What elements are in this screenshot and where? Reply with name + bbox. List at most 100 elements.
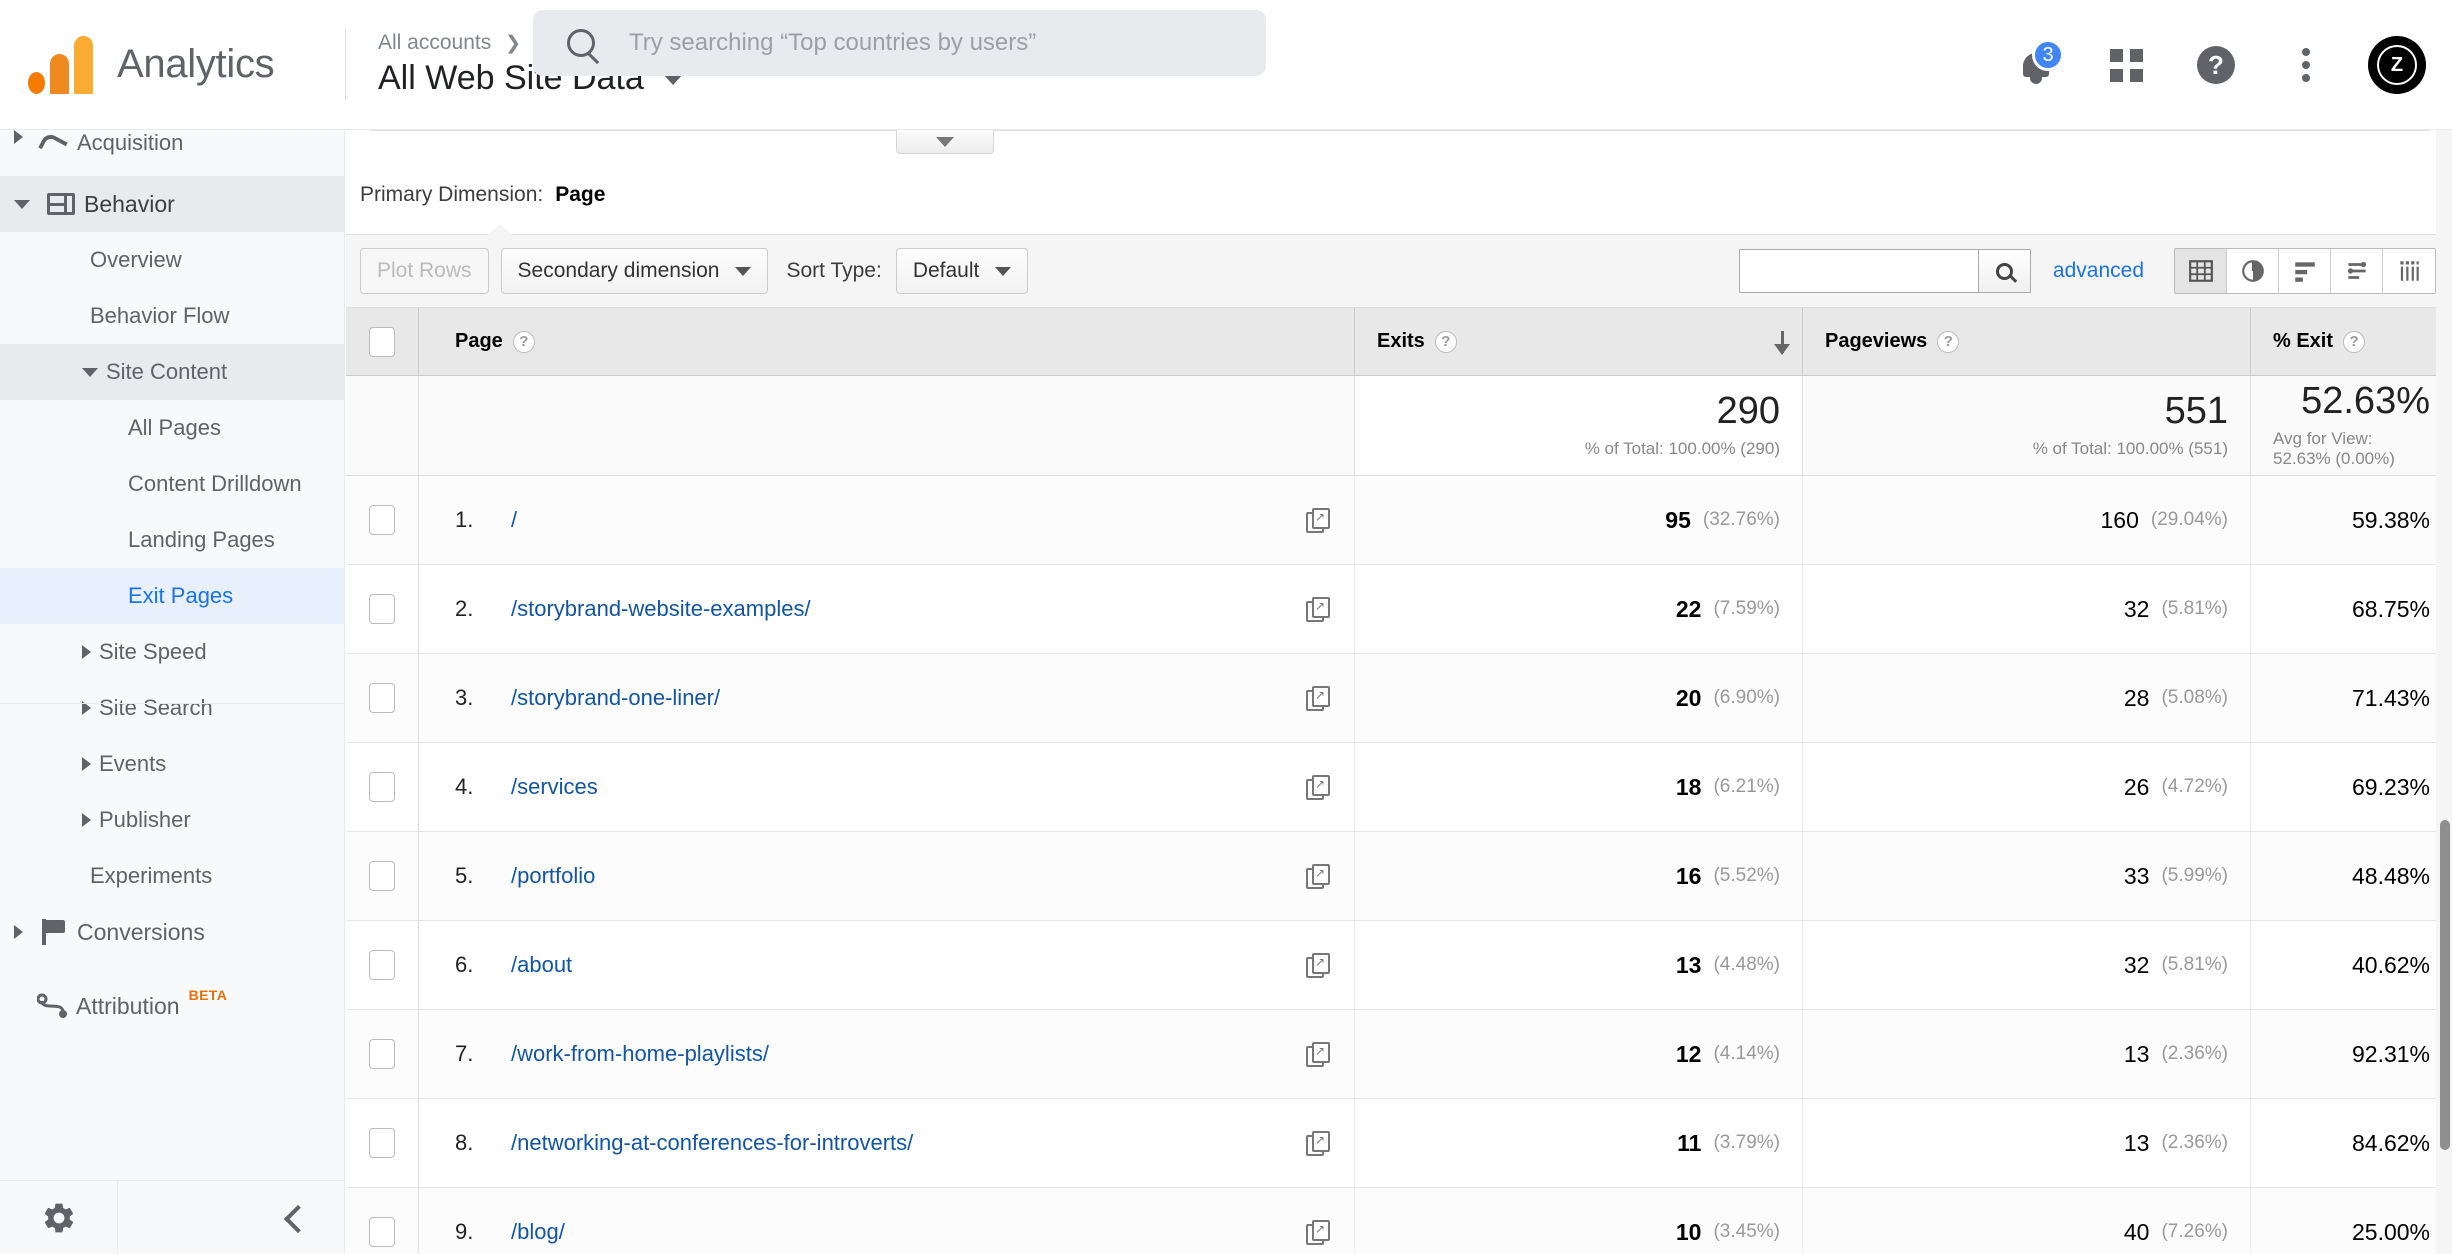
settings-button[interactable] (0, 1180, 118, 1254)
row-page-link[interactable]: /storybrand-website-examples/ (511, 596, 811, 622)
help-button[interactable]: ? (2188, 37, 2244, 93)
column-header-exit-percent[interactable]: % Exit ? (2250, 308, 2452, 375)
secondary-dimension-button[interactable]: Secondary dimension (500, 248, 769, 294)
row-checkbox[interactable] (369, 950, 395, 980)
help-icon[interactable]: ? (1937, 330, 1960, 353)
global-search[interactable] (533, 10, 1266, 76)
sidebar-item-experiments[interactable]: Experiments (0, 848, 344, 904)
row-select-cell[interactable] (346, 1188, 418, 1254)
primary-dimension-value[interactable]: Page (555, 183, 605, 207)
column-header-page[interactable]: Page ? (418, 308, 1354, 375)
open-in-new-icon[interactable]: ↗ (1306, 864, 1330, 889)
help-icon[interactable]: ? (2343, 330, 2366, 353)
row-select-cell[interactable] (346, 654, 418, 742)
row-checkbox[interactable] (369, 505, 395, 535)
page-scrollbar[interactable] (2436, 130, 2452, 1254)
open-in-new-icon[interactable]: ↗ (1306, 1220, 1330, 1245)
open-in-new-icon[interactable]: ↗ (1306, 953, 1330, 978)
plot-rows-button[interactable]: Plot Rows (360, 248, 489, 294)
sidebar-item-exit-pages[interactable]: Exit Pages (0, 568, 344, 624)
table-view-button[interactable] (2175, 249, 2227, 293)
row-select-cell[interactable] (346, 832, 418, 920)
sidebar-item-landing-pages[interactable]: Landing Pages (0, 512, 344, 568)
help-icon[interactable]: ? (1434, 330, 1457, 353)
sidebar-item-label: Landing Pages (128, 527, 275, 552)
help-icon[interactable]: ? (512, 330, 535, 353)
row-page-link[interactable]: /services (511, 774, 598, 800)
pivot-view-button[interactable] (2383, 249, 2435, 293)
comparison-view-button[interactable] (2331, 249, 2383, 293)
plot-rows-label: Plot Rows (377, 259, 472, 282)
row-select-cell[interactable] (346, 743, 418, 831)
sidebar-item-attribution[interactable]: Attribution BETA (0, 978, 344, 1034)
sidebar-item-behavior-flow[interactable]: Behavior Flow (0, 288, 344, 344)
sidebar-item-publisher[interactable]: Publisher (0, 792, 344, 848)
sidebar-item-events[interactable]: Events (0, 736, 344, 792)
open-in-new-icon[interactable]: ↗ (1306, 1131, 1330, 1156)
more-options-button[interactable] (2278, 37, 2334, 93)
sidebar-item-behavior[interactable]: Behavior (0, 176, 344, 232)
search-input[interactable] (629, 29, 1229, 57)
sidebar-item-site-search[interactable]: Site Search (0, 680, 344, 736)
row-checkbox[interactable] (369, 772, 395, 802)
sidebar-item-site-speed[interactable]: Site Speed (0, 624, 344, 680)
sort-type-dropdown[interactable]: Default (895, 248, 1029, 294)
row-checkbox[interactable] (369, 861, 395, 891)
breadcrumb-account[interactable]: All accounts (378, 31, 491, 54)
table-search-input[interactable] (1739, 250, 1978, 292)
summary-spacer-check (346, 376, 418, 475)
select-all-cell[interactable] (346, 308, 418, 375)
row-exits-percent: (3.45%) (1713, 1221, 1780, 1242)
row-select-cell[interactable] (346, 1099, 418, 1187)
row-select-cell[interactable] (346, 476, 418, 564)
row-select-cell[interactable] (346, 565, 418, 653)
open-in-new-icon[interactable]: ↗ (1306, 508, 1330, 533)
row-page-link[interactable]: /networking-at-conferences-for-introvert… (511, 1130, 913, 1156)
avatar[interactable]: Z (2368, 36, 2426, 94)
percentage-view-button[interactable] (2227, 249, 2279, 293)
row-page-link[interactable]: /about (511, 952, 572, 978)
chevron-right-icon (82, 645, 91, 659)
row-select-cell[interactable] (346, 921, 418, 1009)
open-in-new-icon[interactable]: ↗ (1306, 686, 1330, 711)
scrollbar-thumb[interactable] (2440, 820, 2450, 1150)
sidebar-item-content-drilldown[interactable]: Content Drilldown (0, 456, 344, 512)
row-checkbox[interactable] (369, 1217, 395, 1247)
notifications-button[interactable]: 3 (2008, 37, 2064, 93)
chart-collapse-toggle[interactable] (896, 130, 994, 154)
logo-bar-large (74, 35, 93, 94)
collapse-sidebar-button[interactable] (281, 1205, 307, 1231)
product-name: Analytics (117, 42, 275, 86)
row-page-link[interactable]: /portfolio (511, 863, 595, 889)
sidebar-item-site-content[interactable]: Site Content (0, 344, 344, 400)
row-page-link[interactable]: / (511, 507, 517, 533)
sidebar-item-acquisition[interactable]: Acquisition (0, 130, 344, 176)
analytics-logo-block[interactable]: Analytics (0, 0, 345, 130)
advanced-filter-link[interactable]: advanced (2053, 259, 2144, 283)
row-exit-percent-value: 25.00% (2351, 1218, 2430, 1245)
row-page-link[interactable]: /blog/ (511, 1219, 565, 1245)
open-in-new-icon[interactable]: ↗ (1306, 597, 1330, 622)
sidebar-item-all-pages[interactable]: All Pages (0, 400, 344, 456)
table-search-button[interactable] (1977, 250, 2030, 292)
chevron-right-icon (14, 925, 23, 939)
open-in-new-icon[interactable]: ↗ (1306, 1042, 1330, 1067)
column-header-exits[interactable]: Exits ? (1354, 308, 1802, 375)
row-select-cell[interactable] (346, 1010, 418, 1098)
row-pageviews-cell: 40 (7.26%) (1802, 1188, 2250, 1254)
row-page-link[interactable]: /storybrand-one-liner/ (511, 685, 720, 711)
table-search[interactable] (1738, 249, 2031, 293)
sidebar-item-overview[interactable]: Overview (0, 232, 344, 288)
apps-button[interactable] (2098, 37, 2154, 93)
sidebar-item-conversions[interactable]: Conversions (0, 904, 344, 960)
open-in-new-icon[interactable]: ↗ (1306, 775, 1330, 800)
row-page-link[interactable]: /work-from-home-playlists/ (511, 1041, 769, 1067)
row-checkbox[interactable] (369, 683, 395, 713)
column-header-pageviews[interactable]: Pageviews ? (1802, 308, 2250, 375)
row-pageviews-percent: (29.04%) (2150, 509, 2228, 530)
row-checkbox[interactable] (369, 594, 395, 624)
select-all-checkbox[interactable] (369, 326, 395, 357)
row-checkbox[interactable] (369, 1039, 395, 1069)
row-checkbox[interactable] (369, 1128, 395, 1158)
performance-view-button[interactable] (2279, 249, 2331, 293)
